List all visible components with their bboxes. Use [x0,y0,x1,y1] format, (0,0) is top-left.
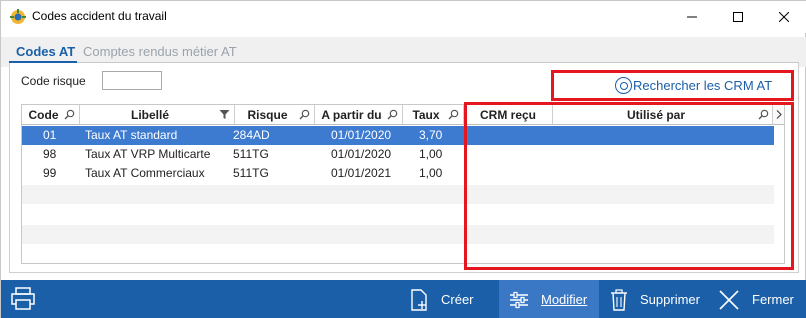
supprimer-button[interactable]: Supprimer [610,280,700,318]
code-risque-label: Code risque [21,74,86,88]
filter-icon[interactable] [219,109,230,120]
app-window: Codes accident du travail Codes AT Compt… [0,0,806,318]
fermer-button[interactable]: Fermer [718,280,794,318]
search-icon[interactable] [299,109,310,120]
code-risque-input[interactable] [102,71,162,90]
close-icon [779,12,789,22]
maximize-button[interactable] [715,1,761,33]
rechercher-crm-label: Rechercher les CRM AT [633,78,773,93]
col-header-risque[interactable]: Risque [235,105,315,125]
tab-codes-at[interactable]: Codes AT [16,44,75,59]
search-icon[interactable] [387,109,398,120]
title-bar: Codes accident du travail [1,1,806,33]
app-logo-icon [10,9,26,24]
close-icon [719,289,739,310]
col-header-taux[interactable]: Taux [403,105,464,125]
minimize-button[interactable] [669,1,715,33]
creer-button[interactable]: Créer [409,280,484,318]
new-document-icon [411,288,427,311]
close-button[interactable] [761,1,806,33]
modifier-button[interactable]: Modifier [499,280,599,318]
search-icon[interactable] [64,109,75,120]
col-header-code[interactable]: Code [22,105,80,125]
crm-columns-highlight [464,102,794,270]
col-header-a-partir-du[interactable]: A partir du [315,105,403,125]
settings-sliders-icon [510,291,528,308]
search-circle-icon [615,77,632,94]
bottom-toolbar: Créer Modifier Supprimer Fermer [1,280,806,318]
trash-icon [611,288,627,311]
tab-comptes-rendus[interactable]: Comptes rendus métier AT [83,44,237,59]
print-icon[interactable] [10,287,36,311]
col-header-libelle[interactable]: Libellé [80,105,235,125]
rechercher-crm-link[interactable]: Rechercher les CRM AT [615,77,772,94]
window-title: Codes accident du travail [32,9,167,23]
maximize-icon [733,12,743,22]
minimize-icon [687,16,697,18]
search-icon[interactable] [448,109,459,120]
